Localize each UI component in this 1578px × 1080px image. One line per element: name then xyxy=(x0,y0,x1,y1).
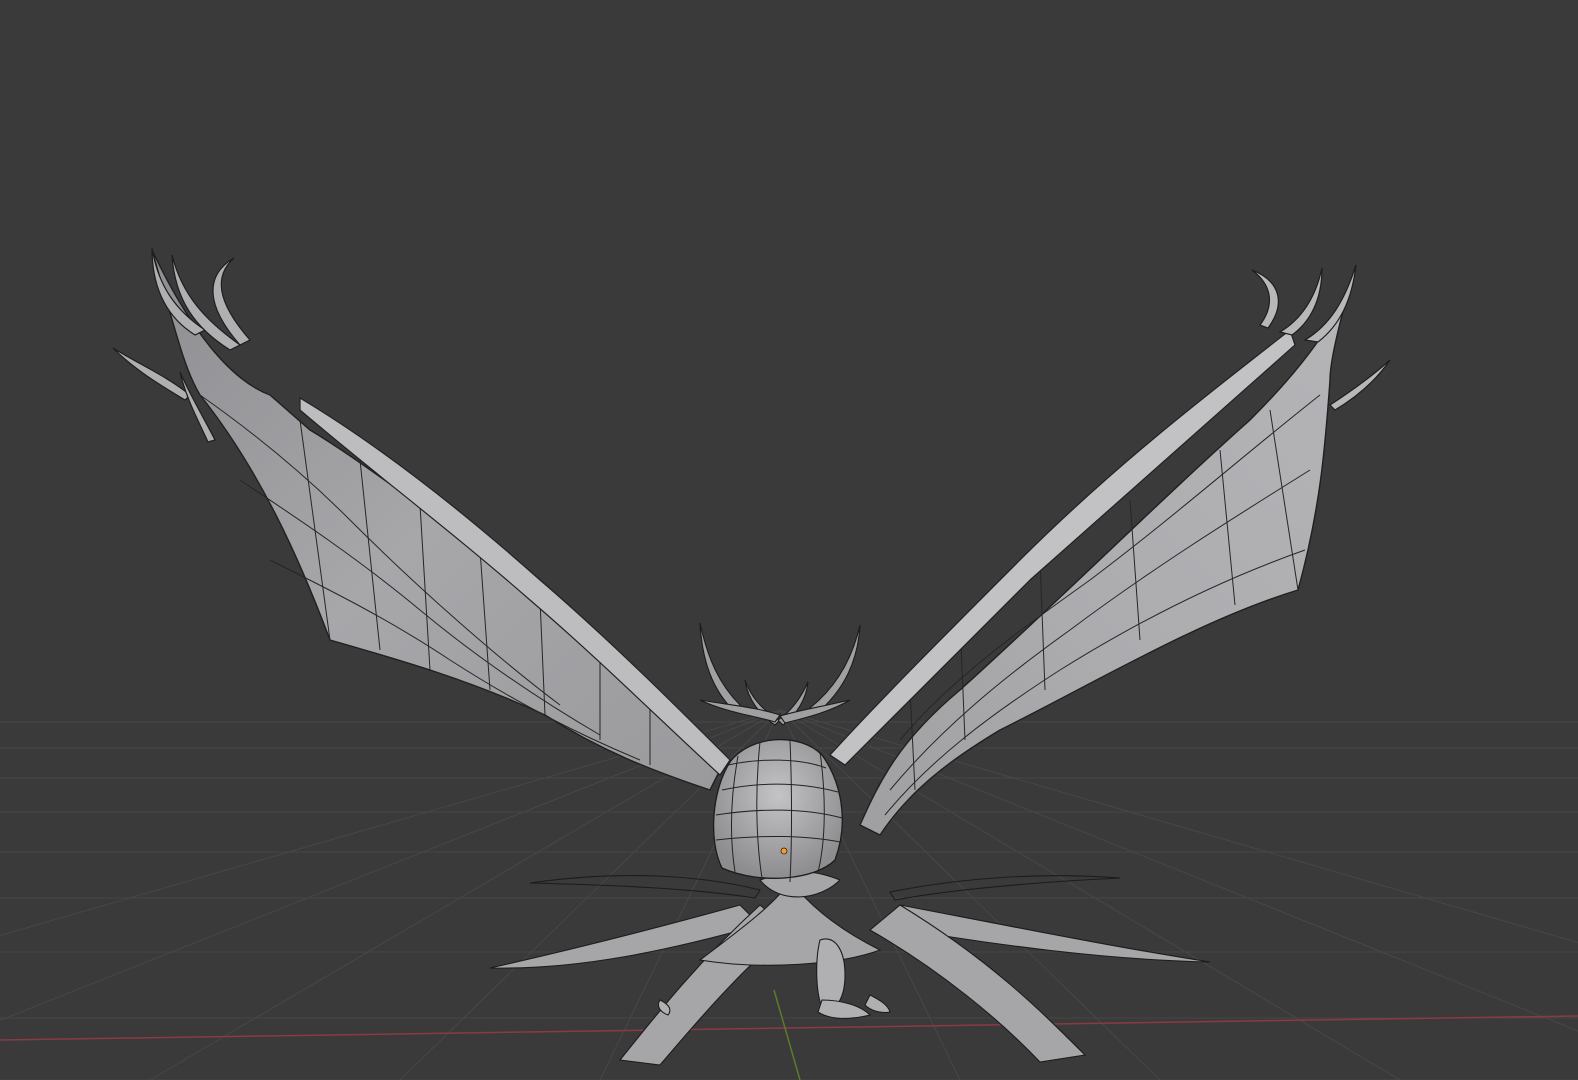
right-wing xyxy=(829,264,1391,836)
left-wing xyxy=(112,247,731,791)
head-crest xyxy=(699,622,861,726)
viewport-canvas[interactable] xyxy=(0,0,1578,1080)
3d-viewport[interactable] xyxy=(0,0,1578,1080)
x-axis-line xyxy=(0,1015,1578,1041)
y-axis-line xyxy=(773,989,801,1080)
eagle-body xyxy=(713,738,843,883)
tail-feathers xyxy=(489,871,1211,1066)
object-origin-dot[interactable] xyxy=(780,847,788,855)
